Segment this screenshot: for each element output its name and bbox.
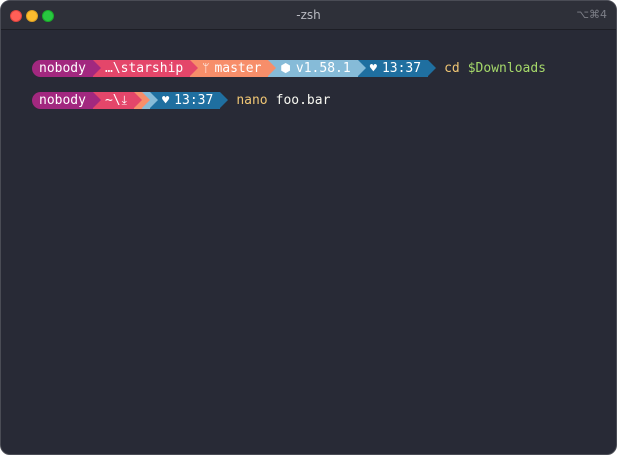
prompt-git-segment: ᛘ master (190, 60, 277, 77)
command-argument: $Downloads (467, 61, 547, 76)
window-title: -zsh (296, 8, 321, 22)
node-icon: ⬢ (280, 61, 291, 75)
tab-shortcut: ⌥⌘4 (576, 8, 607, 21)
prompt-node-segment: ⬢ v1.58.1 (268, 60, 367, 77)
prompt-directory: …\starship (104, 61, 184, 76)
title-bar[interactable]: -zsh ⌥⌘4 (1, 1, 616, 30)
prompt-directory: ~\ (104, 93, 121, 108)
prompt-directory-segment: …\starship (92, 60, 199, 77)
terminal-output[interactable]: nobody …\starship ᛘ master ⬢ v1.58.1 ♥ 1… (1, 30, 616, 454)
terminal-window: -zsh ⌥⌘4 nobody …\starship ᛘ master ⬢ v1… (0, 0, 617, 455)
prompt-user-segment: nobody (32, 60, 101, 77)
prompt-line: nobody ~\ ⤓ ♥ 13:37 nano foo.bar (32, 92, 330, 109)
prompt-time-segment: ♥ 13:37 (149, 92, 229, 109)
command-text: cd (444, 61, 460, 76)
prompt-user: nobody (39, 61, 86, 76)
command-text: nano (236, 93, 268, 108)
heart-icon: ♥ (161, 93, 170, 107)
git-branch-icon: ᛘ (202, 61, 210, 75)
prompt-time-segment: ♥ 13:37 (357, 60, 437, 77)
prompt-time: 13:37 (174, 93, 214, 108)
prompt-node-version: v1.58.1 (295, 61, 351, 76)
command-argument: foo.bar (275, 93, 331, 108)
prompt-line: nobody …\starship ᛘ master ⬢ v1.58.1 ♥ 1… (32, 60, 546, 77)
prompt-user: nobody (39, 93, 86, 108)
heart-icon: ♥ (369, 61, 377, 75)
prompt-time: 13:37 (381, 61, 422, 76)
prompt-user-segment: nobody (32, 92, 101, 109)
download-icon: ⤓ (121, 93, 127, 107)
prompt-git-branch: master (214, 61, 262, 76)
